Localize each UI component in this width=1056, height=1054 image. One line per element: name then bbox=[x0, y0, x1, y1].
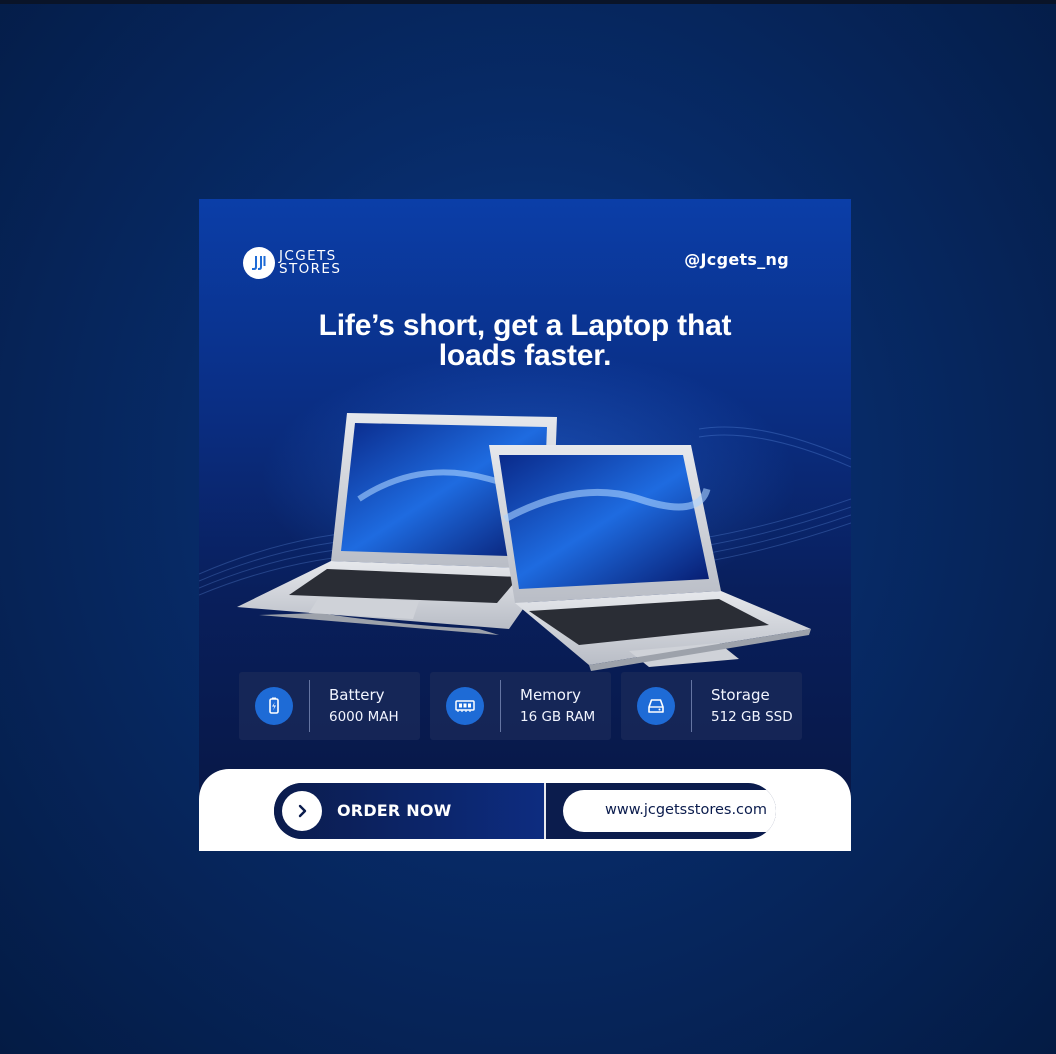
spec-battery: Battery 6000 MAH bbox=[239, 672, 420, 740]
spec-label: Storage bbox=[711, 686, 770, 704]
top-edge bbox=[0, 0, 1056, 4]
order-section: ORDER NOW bbox=[274, 783, 544, 839]
chevron-right-icon bbox=[298, 804, 307, 818]
spec-storage: Storage 512 GB SSD bbox=[621, 672, 802, 740]
promo-card: JCGETS STORES @Jcgets_ng Life’s short, g… bbox=[199, 199, 851, 851]
memory-icon bbox=[446, 687, 484, 725]
spec-label: Memory bbox=[520, 686, 582, 704]
logo-mark-icon bbox=[243, 247, 275, 279]
spec-divider bbox=[691, 680, 692, 732]
social-handle: @Jcgets_ng bbox=[684, 250, 789, 269]
storage-icon bbox=[637, 687, 675, 725]
order-now-label[interactable]: ORDER NOW bbox=[337, 801, 451, 820]
brand-name-line2: STORES bbox=[279, 261, 342, 277]
spec-value: 512 GB SSD bbox=[711, 709, 793, 725]
spec-divider bbox=[500, 680, 501, 732]
laptops-image bbox=[199, 413, 851, 671]
battery-icon bbox=[255, 687, 293, 725]
order-now-button[interactable] bbox=[282, 791, 322, 831]
headline-line1: Life’s short, get a Laptop that bbox=[318, 309, 732, 342]
headline: Life’s short, get a Laptop that loads fa… bbox=[199, 311, 851, 371]
cta-divider bbox=[544, 783, 546, 839]
spec-value: 16 GB RAM bbox=[520, 709, 596, 725]
brand-logo: JCGETS STORES bbox=[243, 247, 341, 279]
spec-label: Battery bbox=[329, 686, 385, 704]
spec-value: 6000 MAH bbox=[329, 709, 399, 725]
spec-divider bbox=[309, 680, 310, 732]
spec-list: Battery 6000 MAH Memory 16 GB RAM Storag… bbox=[239, 672, 803, 740]
laptop-right bbox=[489, 445, 811, 671]
website-link[interactable]: www.jcgetsstores.com bbox=[563, 790, 776, 832]
cta-bar: ORDER NOW www.jcgetsstores.com bbox=[274, 783, 776, 839]
spec-memory: Memory 16 GB RAM bbox=[430, 672, 611, 740]
headline-line2: loads faster. bbox=[438, 339, 612, 372]
brand-name: JCGETS STORES bbox=[279, 249, 342, 277]
website-url[interactable]: www.jcgetsstores.com bbox=[605, 802, 767, 818]
